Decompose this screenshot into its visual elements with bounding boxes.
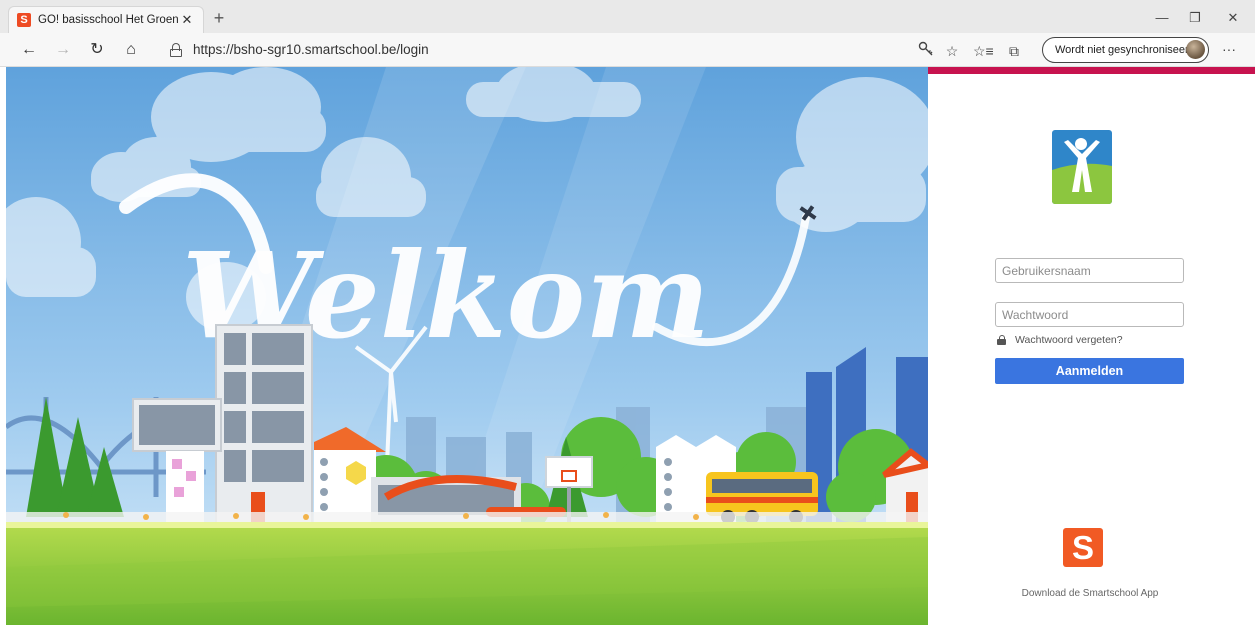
welcome-illustration: Welkom	[6, 67, 928, 625]
close-window-button[interactable]: ✕	[1218, 8, 1248, 28]
forgot-password-link[interactable]: Wachtwoord vergeten?	[997, 334, 1123, 346]
tab-strip: S GO! basisschool Het Groene Dal ✕ + — ❐…	[0, 0, 1255, 33]
new-tab-button[interactable]: +	[209, 8, 229, 28]
lock-icon[interactable]	[170, 43, 182, 57]
browser-tab[interactable]: S GO! basisschool Het Groene Dal ✕	[8, 6, 204, 33]
profile-button[interactable]: Wordt niet gesynchroniseerd	[1042, 37, 1209, 63]
collections-icon[interactable]: ⧉	[1004, 41, 1024, 61]
favorite-star-icon[interactable]: ☆	[942, 41, 962, 61]
back-button[interactable]: ←	[18, 39, 40, 61]
tab-title: GO! basisschool Het Groene Dal	[38, 14, 179, 26]
favorites-list-icon[interactable]: ☆≡	[973, 41, 994, 61]
address-bar: ← → ↻ ⌂ https://bsho-sgr10.smartschool.b…	[0, 33, 1255, 67]
lock-icon	[997, 335, 1006, 345]
close-tab-icon[interactable]: ✕	[179, 12, 195, 28]
password-field[interactable]	[995, 302, 1184, 327]
forward-button[interactable]: →	[52, 39, 74, 61]
username-field[interactable]	[995, 258, 1184, 283]
more-menu-button[interactable]: ···	[1218, 41, 1240, 61]
profile-label: Wordt niet gesynchroniseerd	[1055, 44, 1195, 56]
login-button[interactable]: Aanmelden	[995, 358, 1184, 384]
minimize-button[interactable]: —	[1147, 8, 1177, 28]
login-panel: Wachtwoord vergeten? Aanmelden S Downloa…	[928, 67, 1255, 625]
url-field[interactable]: https://bsho-sgr10.smartschool.be/login	[193, 42, 429, 57]
restore-button[interactable]: ❐	[1180, 8, 1210, 28]
smartschool-app-icon[interactable]: S	[1063, 528, 1103, 567]
avatar	[1186, 40, 1205, 59]
forgot-password-label: Wachtwoord vergeten?	[1015, 334, 1123, 346]
school-logo	[1052, 130, 1112, 204]
smartschool-favicon-icon: S	[17, 13, 31, 27]
refresh-button[interactable]: ↻	[86, 39, 108, 61]
home-button[interactable]: ⌂	[120, 39, 142, 61]
app-download-caption[interactable]: Download de Smartschool App	[1020, 588, 1160, 599]
accent-bar	[928, 67, 1255, 74]
key-icon[interactable]	[916, 41, 936, 61]
